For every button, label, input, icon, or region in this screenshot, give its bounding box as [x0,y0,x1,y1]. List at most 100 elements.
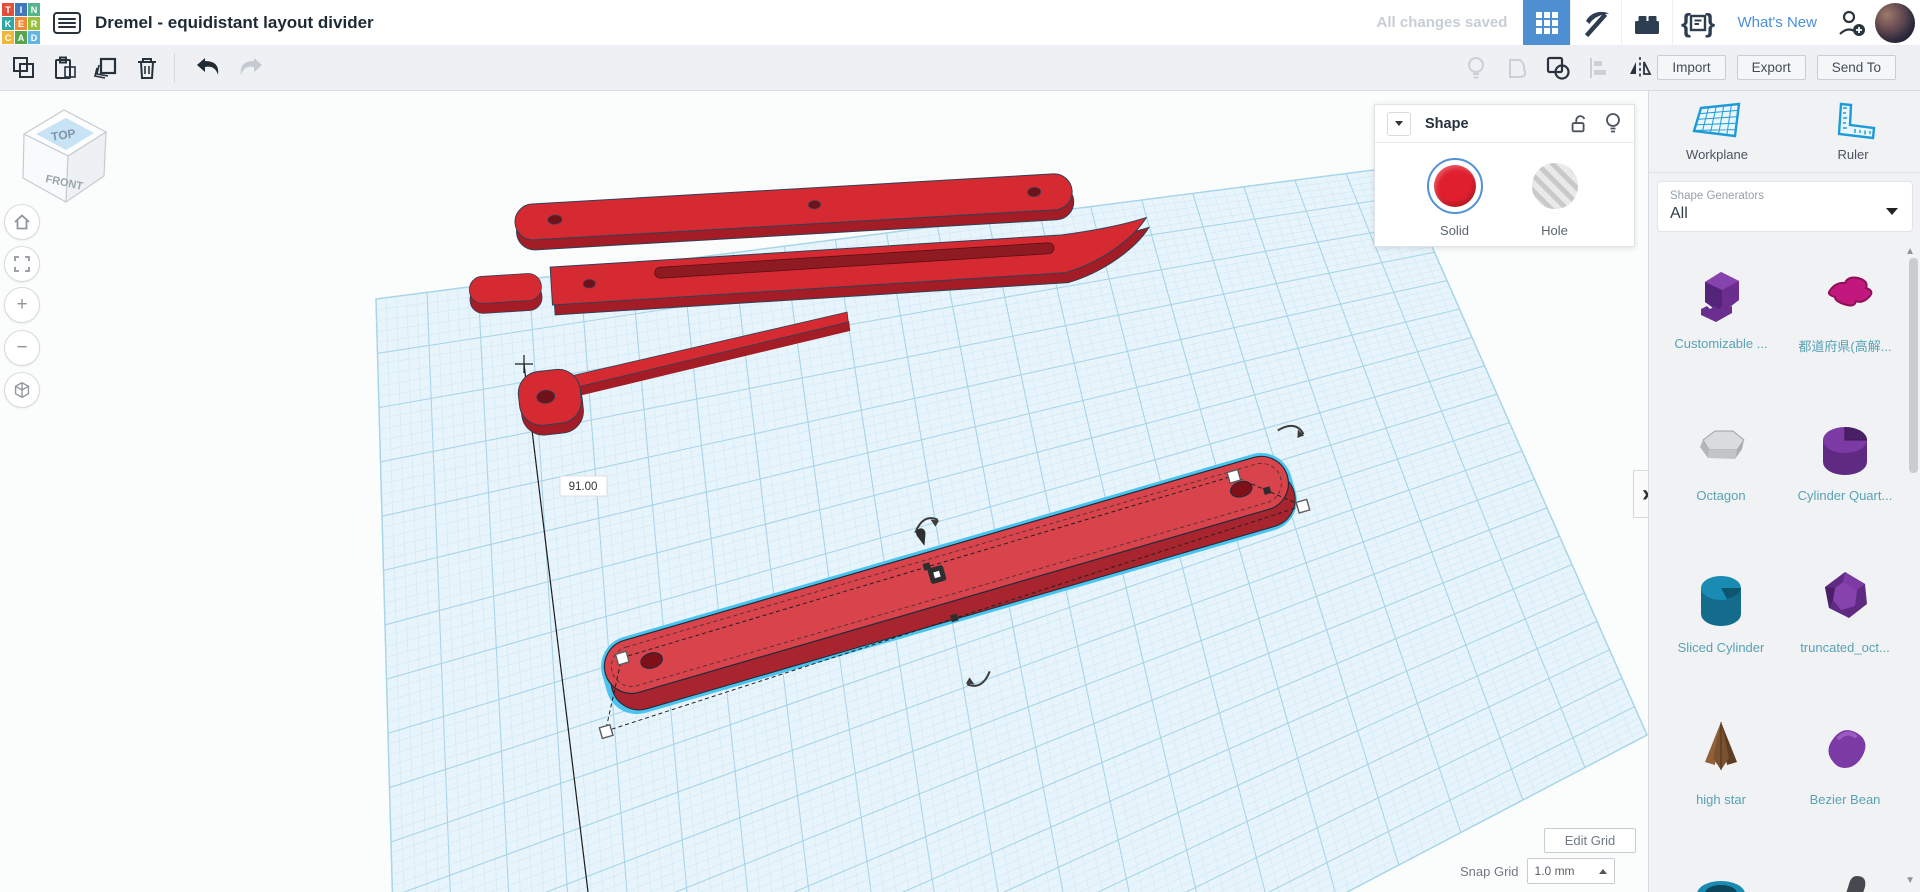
svg-text:}: } [1705,8,1715,38]
show-all-bulb-icon[interactable] [1459,51,1493,85]
scale-handle-right-top[interactable] [1226,468,1242,484]
panel-collapse-caret[interactable] [1387,111,1411,136]
add-person-icon[interactable] [1831,0,1873,45]
library-item-label: 都道府県(高解... [1798,339,1892,354]
castle-icon [1701,272,1739,322]
ungroup-icon[interactable] [1500,51,1534,85]
library-item-truncated-octahedron[interactable]: truncated_oct... [1783,544,1907,696]
import-button[interactable]: Import [1657,55,1726,80]
library-item-star-cone[interactable]: high star [1659,696,1783,848]
svg-text:91.00: 91.00 [569,481,598,493]
logo-tile: R [28,17,40,30]
library-item-japan-map[interactable]: 都道府県(高解... [1783,240,1907,392]
scrollbar-thumb[interactable] [1909,258,1918,473]
align-icon[interactable] [1582,51,1616,85]
ruler-measurement[interactable]: 91.00 [559,475,608,497]
solid-color-dot [1433,165,1476,207]
copy-icon[interactable] [7,51,41,85]
logo-tile: C [2,31,14,44]
workplane-icon [1692,102,1741,138]
export-button[interactable]: Export [1736,55,1806,80]
library-item-bean[interactable]: Bezier Bean [1783,696,1907,848]
star-cone-icon [1705,722,1737,770]
orthographic-view-button[interactable] [4,372,40,408]
view-cube[interactable]: TOP FRONT [16,98,116,213]
library-item-paddle[interactable] [1783,848,1907,892]
library-item-label: Cylinder Quart... [1797,488,1893,503]
scale-handle-right-bottom[interactable] [1295,498,1311,514]
shape-library-sidebar: Workplane Ruler Shape Generators All ▲ C… [1648,90,1920,892]
sliced-cylinder-icon [1701,576,1741,626]
unlock-icon[interactable] [1568,113,1590,135]
library-item-octagon[interactable]: Octagon [1659,392,1783,544]
library-item-label: high star [1696,792,1746,807]
library-item-sliced-cylinder[interactable]: Sliced Cylinder [1659,544,1783,696]
library-item-label: Sliced Cylinder [1677,640,1765,655]
logo-tile: N [28,3,40,16]
logo-tile: I [15,3,27,16]
scale-handle-left-top[interactable] [614,650,630,666]
avatar[interactable] [1875,2,1915,43]
shape-library-list[interactable]: ▲ Customizable ... 都道府県(高解... Octagon Cylin… [1649,240,1920,892]
workplane-tool[interactable]: Workplane [1649,90,1785,172]
show-hide-bulb-icon[interactable] [1604,112,1622,136]
title-bar: TIN KER CAD Dremel - equidistant layout di… [0,0,1920,46]
zoom-in-button[interactable]: + [4,287,40,323]
toolbar: Import Export Send To [0,45,1920,91]
knurled-cup-icon [1697,881,1745,892]
duplicate-icon[interactable] [89,51,123,85]
scale-handle-left-bottom[interactable] [598,723,614,740]
codeblocks-icon[interactable]: { } [1672,0,1723,45]
paddle-icon [1846,876,1866,892]
cylinder-quarter-icon [1823,427,1867,475]
tinkercad-logo[interactable]: TIN KER CAD [2,3,40,44]
group-icon[interactable] [1541,51,1575,85]
minecraft-pickaxe-icon[interactable] [1570,0,1621,45]
shape-generators-select[interactable]: Shape Generators All [1657,181,1913,232]
mirror-icon[interactable] [1623,51,1657,85]
snap-grid-caret-icon [1598,868,1607,874]
delete-icon[interactable] [130,51,164,85]
svg-text:{: { [1681,8,1691,38]
send-to-button[interactable]: Send To [1816,55,1896,80]
hole-pattern-dot [1531,163,1578,209]
scroll-up-icon[interactable]: ▲ [1905,246,1915,257]
shape-inspector-panel: Shape Solid Hole [1374,104,1635,247]
scroll-down-icon[interactable]: ▼ [1905,875,1915,886]
paste-icon[interactable] [48,51,82,85]
truncated-octahedron-icon [1825,572,1867,618]
octagon-icon [1700,430,1745,459]
solid-swatch[interactable]: Solid [1426,158,1483,238]
dashboard-grid-icon[interactable] [1523,0,1571,45]
library-item-label: Bezier Bean [1809,792,1881,807]
library-item-label: truncated_oct... [1800,640,1890,655]
logo-tile: T [2,3,14,16]
library-item-castle[interactable]: Customizable ... [1659,240,1783,392]
zoom-out-button[interactable]: − [4,330,40,366]
logo-tile: D [28,31,40,44]
document-properties-icon[interactable] [53,11,81,34]
autosave-status: All changes saved [1376,14,1508,31]
snap-grid-select[interactable]: 1.0 mm [1526,858,1615,884]
snap-grid-label: Snap Grid [1460,863,1519,879]
home-view-button[interactable] [4,204,40,240]
undo-icon[interactable] [192,51,226,85]
fit-view-button[interactable] [4,246,40,282]
edit-grid-button[interactable]: Edit Grid [1544,828,1636,853]
library-item-cylinder-quarter[interactable]: Cylinder Quart... [1783,392,1907,544]
ruler-tool[interactable]: Ruler [1785,90,1920,172]
toolbar-separator [174,52,175,83]
document-title[interactable]: Dremel - equidistant layout divider [95,13,374,33]
logo-tile: E [15,17,27,30]
library-item-label: Octagon [1696,488,1746,503]
lego-brick-icon[interactable] [1621,0,1672,45]
ruler-icon [1837,102,1876,140]
logo-tile: K [2,17,14,30]
whats-new-link[interactable]: What's New [1723,14,1831,31]
redo-icon[interactable] [233,51,267,85]
bean-icon [1828,730,1866,768]
generators-caret-icon [1886,208,1898,215]
library-item-label: Customizable ... [1674,336,1768,351]
hole-swatch[interactable]: Hole [1527,158,1583,238]
library-item-knurled-cup[interactable] [1659,848,1783,892]
